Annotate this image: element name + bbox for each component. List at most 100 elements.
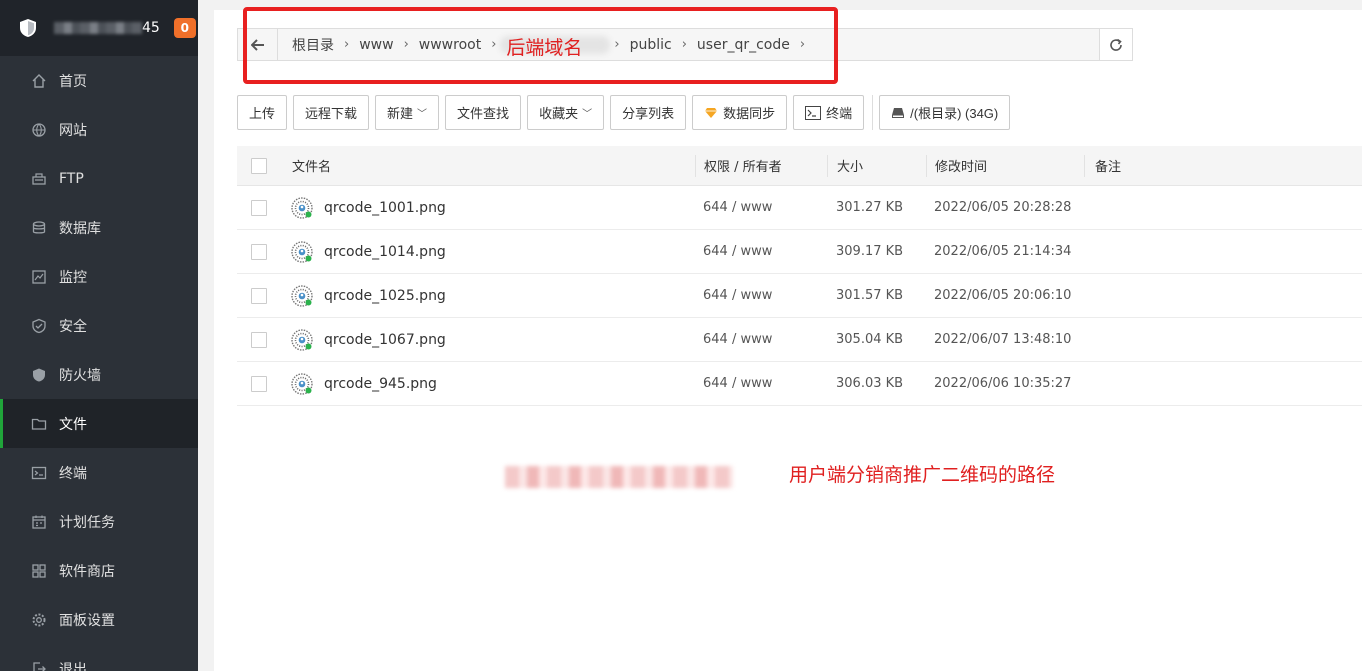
backend-domain-annotation: 后端域名 bbox=[506, 36, 583, 59]
file-name-cell[interactable]: qrcode_1001.png bbox=[281, 196, 695, 219]
chevron-right-icon: › bbox=[799, 37, 806, 52]
crumb-backend-domain[interactable]: 后端域名 bbox=[500, 34, 611, 59]
remote-download-button[interactable]: 远程下载 bbox=[293, 95, 370, 130]
chevron-down-icon: ﹀ bbox=[417, 109, 428, 120]
sidebar-item-13[interactable]: 退出 bbox=[0, 644, 198, 671]
firewall-icon bbox=[30, 366, 48, 384]
shield-check-icon bbox=[30, 317, 48, 335]
share-list-button[interactable]: 分享列表 bbox=[610, 95, 687, 130]
row-checkbox[interactable] bbox=[251, 331, 267, 348]
row-checkbox[interactable] bbox=[251, 199, 267, 216]
terminal-label: 终端 bbox=[826, 106, 853, 121]
row-checkbox[interactable] bbox=[251, 243, 267, 260]
sidebar-item-10[interactable]: 计划任务 bbox=[0, 497, 198, 546]
sidebar-item-label: 文件 bbox=[59, 416, 87, 433]
notification-badge[interactable]: 0 bbox=[173, 18, 196, 38]
refresh-icon bbox=[1110, 38, 1122, 51]
file-perm[interactable]: 644 / www bbox=[695, 200, 827, 215]
sidebar-item-11[interactable]: 软件商店 bbox=[0, 546, 198, 595]
sidebar-item-6[interactable]: 安全 bbox=[0, 301, 198, 350]
qr-path-annotation: 用户端分销商推广二维码的路径 bbox=[789, 464, 1056, 486]
file-mtime: 2022/06/06 10:35:27 bbox=[934, 376, 1072, 391]
file-perm[interactable]: 644 / www bbox=[695, 288, 827, 303]
col-name-header[interactable]: 文件名 bbox=[281, 156, 695, 175]
favorites-dropdown-button[interactable]: 收藏夹 ﹀ bbox=[527, 95, 605, 130]
table-row[interactable]: qrcode_1067.png 644 / www 305.04 KB 2022/06… bbox=[237, 318, 1362, 362]
disk-button[interactable]: /(根目录) (34G) bbox=[879, 95, 1011, 130]
sidebar-item-5[interactable]: 监控 bbox=[0, 252, 198, 301]
sidebar: 45 0 首页网站 FTP 数据库 监控 安全 防火墙文件终端计划任务软件商店面板设置退出 bbox=[0, 0, 198, 671]
chevron-right-icon: › bbox=[403, 37, 409, 52]
file-name-cell[interactable]: qrcode_945.png bbox=[281, 372, 695, 395]
data-sync-button[interactable]: 数据同步 bbox=[692, 95, 788, 130]
file-name[interactable]: qrcode_1067.png bbox=[324, 332, 446, 348]
col-note-header: 备注 bbox=[1084, 154, 1362, 177]
crumb-wwwroot[interactable]: wwwroot bbox=[413, 37, 487, 53]
database-icon bbox=[30, 219, 48, 237]
refresh-button[interactable] bbox=[1099, 29, 1132, 60]
file-name[interactable]: qrcode_1001.png bbox=[324, 200, 446, 216]
sidebar-item-7[interactable]: 防火墙 bbox=[0, 350, 198, 399]
sidebar-item-label: 首页 bbox=[59, 73, 87, 90]
col-perm-header[interactable]: 权限 / 所有者 bbox=[695, 154, 827, 177]
row-checkbox[interactable] bbox=[251, 287, 267, 304]
gear-icon bbox=[30, 611, 48, 629]
table-row[interactable]: qrcode_1001.png 644 / www 301.27 KB 2022/06… bbox=[237, 186, 1362, 230]
file-size: 306.03 KB bbox=[836, 376, 904, 391]
sidebar-item-1[interactable]: 首页 bbox=[0, 56, 198, 105]
select-all-checkbox[interactable] bbox=[251, 157, 267, 174]
chevron-right-icon: › bbox=[681, 37, 687, 52]
sidebar-item-3[interactable]: FTP bbox=[0, 154, 198, 203]
apps-icon bbox=[30, 562, 48, 580]
row-check-cell bbox=[237, 199, 281, 216]
file-name-cell[interactable]: qrcode_1067.png bbox=[281, 328, 695, 351]
crumb-root[interactable]: 根目录 bbox=[286, 35, 340, 55]
file-name-cell[interactable]: qrcode_1025.png bbox=[281, 284, 695, 307]
file-perm[interactable]: 644 / www bbox=[695, 332, 827, 347]
data-sync-label: 数据同步 bbox=[723, 106, 776, 121]
upload-button[interactable]: 上传 bbox=[237, 95, 288, 130]
file-search-button[interactable]: 文件查找 bbox=[445, 95, 522, 130]
col-size-header[interactable]: 大小 bbox=[827, 154, 926, 177]
sidebar-item-9[interactable]: 终端 bbox=[0, 448, 198, 497]
row-checkbox[interactable] bbox=[251, 375, 267, 392]
crumb-public[interactable]: public bbox=[624, 37, 678, 53]
sidebar-item-label: 终端 bbox=[59, 465, 87, 482]
path-bar: 根目录 › www › wwwroot › 后端域名 › public › us… bbox=[237, 28, 1133, 61]
crumb-www[interactable]: www bbox=[353, 37, 399, 53]
file-perm[interactable]: 644 / www bbox=[695, 244, 827, 259]
sidebar-item-2[interactable]: 网站 bbox=[0, 105, 198, 154]
redacted-host bbox=[54, 22, 142, 34]
table-body: qrcode_1001.png 644 / www 301.27 KB 2022/06… bbox=[237, 186, 1362, 406]
table-row[interactable]: qrcode_1025.png 644 / www 301.57 KB 2022/06… bbox=[237, 274, 1362, 318]
table-row[interactable]: qrcode_1014.png 644 / www 309.17 KB 2022/06… bbox=[237, 230, 1362, 274]
sidebar-item-12[interactable]: 面板设置 bbox=[0, 595, 198, 644]
table-header: 文件名 权限 / 所有者 大小 修改时间 备注 bbox=[237, 146, 1362, 186]
terminal-button[interactable]: 终端 bbox=[793, 95, 865, 130]
new-dropdown-button[interactable]: 新建 ﹀ bbox=[375, 95, 440, 130]
file-name[interactable]: qrcode_1014.png bbox=[324, 244, 446, 260]
shield-logo-icon bbox=[18, 18, 38, 38]
file-name[interactable]: qrcode_945.png bbox=[324, 376, 437, 392]
toolbar: 上传 远程下载 新建 ﹀ 文件查找 收藏夹 ﹀ 分享列表 数据同步 终端 /(根目录… bbox=[237, 95, 1016, 130]
col-time-header[interactable]: 修改时间 bbox=[926, 154, 1084, 177]
sidebar-item-4[interactable]: 数据库 bbox=[0, 203, 198, 252]
file-name-cell[interactable]: qrcode_1014.png bbox=[281, 240, 695, 263]
globe-icon bbox=[30, 121, 48, 139]
file-size: 305.04 KB bbox=[836, 332, 904, 347]
terminal-icon bbox=[805, 105, 822, 120]
qr-image-file-icon bbox=[291, 196, 313, 219]
sidebar-item-label: 退出 bbox=[59, 661, 87, 671]
sidebar-item-8[interactable]: 文件 bbox=[0, 399, 198, 448]
sidebar-item-label: 计划任务 bbox=[59, 514, 115, 531]
sidebar-item-label: 软件商店 bbox=[59, 563, 115, 580]
file-mtime: 2022/06/05 21:14:34 bbox=[934, 244, 1072, 259]
table-row[interactable]: qrcode_945.png 644 / www 306.03 KB 2022/06/… bbox=[237, 362, 1362, 406]
crumb-user-qr-code[interactable]: user_qr_code bbox=[691, 37, 796, 53]
sidebar-header: 45 0 bbox=[0, 0, 198, 56]
back-button[interactable] bbox=[238, 29, 278, 60]
new-label: 新建 bbox=[387, 106, 414, 121]
calendar-icon bbox=[30, 513, 48, 531]
file-perm[interactable]: 644 / www bbox=[695, 376, 827, 391]
file-name[interactable]: qrcode_1025.png bbox=[324, 288, 446, 304]
